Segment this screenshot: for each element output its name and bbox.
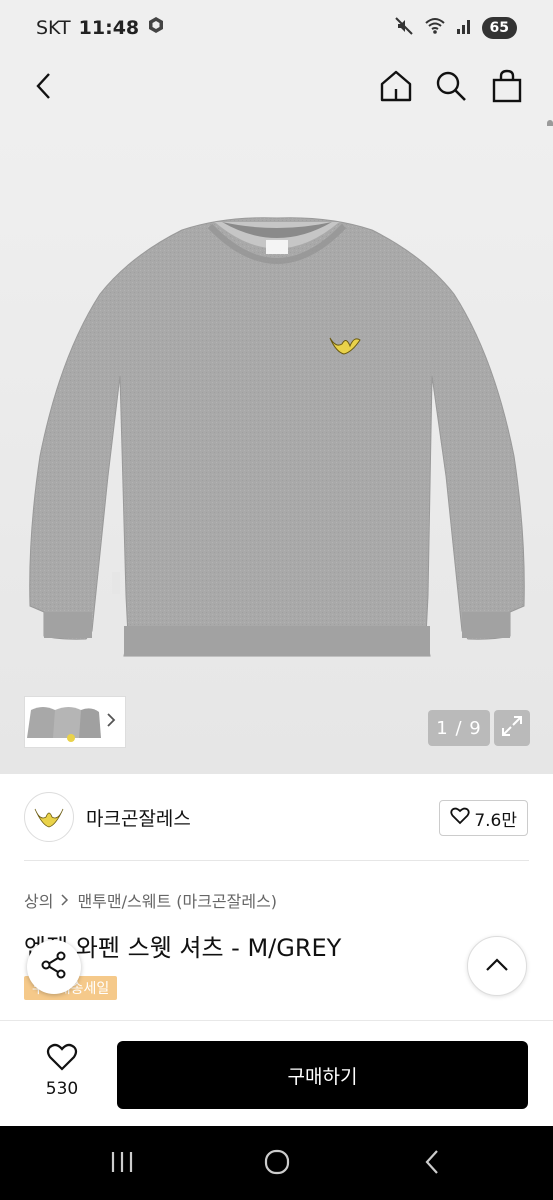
home-icon — [379, 69, 413, 107]
top-nav — [0, 56, 553, 168]
wishlist-button[interactable]: 530 — [36, 1043, 88, 1099]
back-button[interactable] — [22, 66, 66, 110]
system-back-button[interactable] — [412, 1148, 452, 1180]
status-bar: SKT 11:48 65 — [0, 0, 553, 56]
thumbnail-next-icon — [105, 712, 117, 732]
seller-name[interactable]: 마크곤잘레스 — [86, 804, 191, 831]
mute-icon — [394, 16, 414, 40]
expand-icon — [500, 714, 524, 742]
battery-indicator: 65 — [481, 17, 517, 39]
home-button[interactable] — [374, 66, 418, 110]
status-right: 65 — [394, 16, 517, 40]
breadcrumb-subcategory[interactable]: 맨투맨/스웨트 (마크곤잘레스) — [77, 888, 277, 912]
follow-like-button[interactable]: 7.6만 — [439, 800, 528, 836]
home-circle-icon — [263, 1148, 291, 1180]
angel-logo-icon — [34, 808, 64, 828]
wishlist-count: 530 — [45, 1079, 79, 1099]
thumbnail-image — [27, 707, 101, 742]
image-counter: 1 / 9 — [428, 710, 490, 746]
heart-icon — [46, 1043, 78, 1075]
share-button[interactable] — [27, 940, 81, 994]
product-image-carousel[interactable]: 1 / 9 — [0, 126, 553, 774]
shopping-bag-icon — [492, 69, 522, 107]
purchase-bar: 530 구매하기 — [0, 1020, 553, 1126]
search-icon — [435, 70, 467, 106]
carrier-label: SKT — [36, 16, 71, 39]
seller-row[interactable]: 마크곤잘레스 7.6만 — [0, 774, 553, 860]
seller-avatar[interactable] — [24, 792, 74, 842]
clock: 11:48 — [78, 16, 140, 39]
app-notification-icon — [147, 16, 165, 39]
scroll-to-top-button[interactable] — [467, 936, 527, 996]
recent-apps-icon — [109, 1150, 135, 1178]
chevron-right-icon — [61, 891, 69, 910]
divider — [24, 860, 529, 861]
share-icon — [39, 950, 69, 984]
thumbnail-strip[interactable] — [24, 696, 126, 748]
search-button[interactable] — [429, 66, 473, 110]
seller-like-count: 7.6만 — [474, 810, 517, 831]
status-left: SKT 11:48 — [36, 16, 165, 39]
back-arrow-icon — [424, 1149, 440, 1179]
buy-button[interactable]: 구매하기 — [117, 1041, 528, 1109]
sweatshirt-image — [29, 217, 525, 657]
home-system-button[interactable] — [257, 1148, 297, 1180]
fullscreen-button[interactable] — [494, 710, 530, 746]
heart-icon — [450, 807, 470, 830]
back-arrow-icon — [35, 72, 53, 104]
wifi-icon — [424, 16, 446, 40]
system-navigation-bar — [0, 1126, 553, 1200]
chevron-up-icon — [485, 957, 509, 976]
recent-apps-button[interactable] — [102, 1148, 142, 1180]
signal-icon — [456, 17, 472, 39]
breadcrumb-category[interactable]: 상의 — [24, 888, 53, 912]
cart-button[interactable] — [485, 66, 529, 110]
breadcrumb: 상의 맨투맨/스웨트 (마크곤잘레스) — [24, 888, 277, 912]
